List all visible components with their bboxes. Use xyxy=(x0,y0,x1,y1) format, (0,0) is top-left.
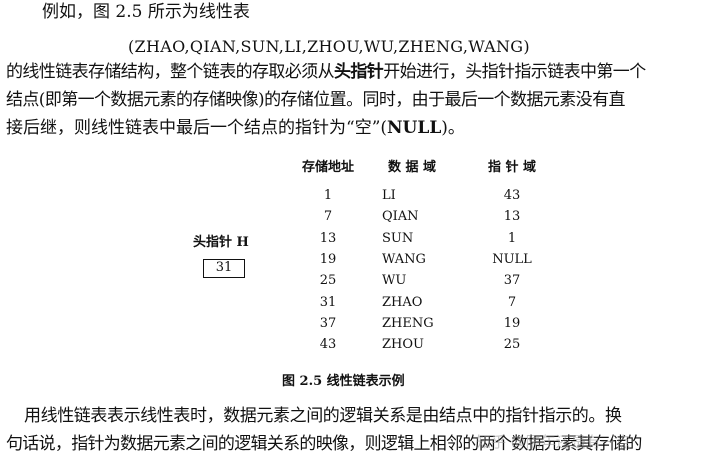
row-ptr: 13 xyxy=(503,209,521,225)
row-addr: 13 xyxy=(319,230,337,246)
row-data: LI xyxy=(382,188,396,203)
row-data: SUN xyxy=(382,230,414,246)
row-ptr: 19 xyxy=(503,315,521,331)
linked-list-figure: 存储地址 数 据 域 指 针 域 1 LI 43 7 QIAN 13 13 SUN 1 19 WAN… xyxy=(288,160,558,360)
header-ptr: 指 针 域 xyxy=(487,160,537,175)
row-ptr: 43 xyxy=(503,188,521,203)
paragraph1-line3-post: 开始进行，头指针指示链表中第一个 xyxy=(383,62,646,82)
row-addr: 25 xyxy=(319,273,337,289)
row-ptr: 25 xyxy=(503,337,521,353)
watermark: 知乎 @隔年还是有一点 xyxy=(476,433,631,451)
row-ptr: NULL xyxy=(492,251,532,267)
row-ptr: 37 xyxy=(503,273,521,289)
head-pointer-label: 头指针 H xyxy=(193,235,249,250)
paragraph2-line1: 用线性链表表示线性表时，数据元素之间的逻辑关系是由结点中的指针指示的。换 xyxy=(24,406,622,426)
paragraph1-linear-list: (ZHAO,QIAN,SUN,LI,ZHOU,WU,ZHENG,WANG) xyxy=(128,37,530,56)
row-ptr: 7 xyxy=(507,294,517,310)
row-data: WU xyxy=(382,273,407,289)
header-addr: 存储地址 xyxy=(301,160,354,175)
row-addr: 7 xyxy=(323,209,333,225)
figure-caption: 图 2.5 线性链表示例 xyxy=(282,374,405,389)
row-data: WANG xyxy=(382,251,426,267)
row-data: ZHOU xyxy=(382,337,424,353)
row-addr: 43 xyxy=(319,337,337,353)
paragraph1-line3-bold: 头指针 xyxy=(334,62,384,82)
paragraph1-line5-bold: NULL xyxy=(387,118,442,138)
paragraph1-line3: 的线性链表存储结构，整个链表的存取必须从头指针开始进行，头指针指示链表中第一个 xyxy=(6,62,646,83)
row-addr: 37 xyxy=(319,315,337,331)
paragraph1-line5: 接后继，则线性链表中最后一个结点的指针为“空”(NULL)。 xyxy=(6,118,465,139)
row-addr: 31 xyxy=(319,294,337,310)
row-data: QIAN xyxy=(382,209,419,225)
row-data: ZHENG xyxy=(382,315,434,331)
row-ptr: 1 xyxy=(507,230,517,246)
header-data: 数 据 域 xyxy=(388,160,437,175)
paragraph1-line5-pre: 接后继，则线性链表中最后一个结点的指针为“空”( xyxy=(6,118,388,138)
paragraph1-line4: 结点(即第一个数据元素的存储映像)的存储位置。同时，由于最后一个数据元素没有直 xyxy=(6,90,625,110)
row-data: ZHAO xyxy=(382,294,423,310)
head-pointer-box: 31 xyxy=(203,259,245,278)
row-addr: 1 xyxy=(323,188,333,203)
row-addr: 19 xyxy=(319,251,337,267)
paragraph1-line5-post: )。 xyxy=(441,118,465,138)
paragraph1-line3-pre: 的线性链表存储结构，整个链表的存取必须从 xyxy=(6,62,335,82)
paragraph1-line1: 例如，图 2.5 所示为线性表 xyxy=(42,2,250,22)
